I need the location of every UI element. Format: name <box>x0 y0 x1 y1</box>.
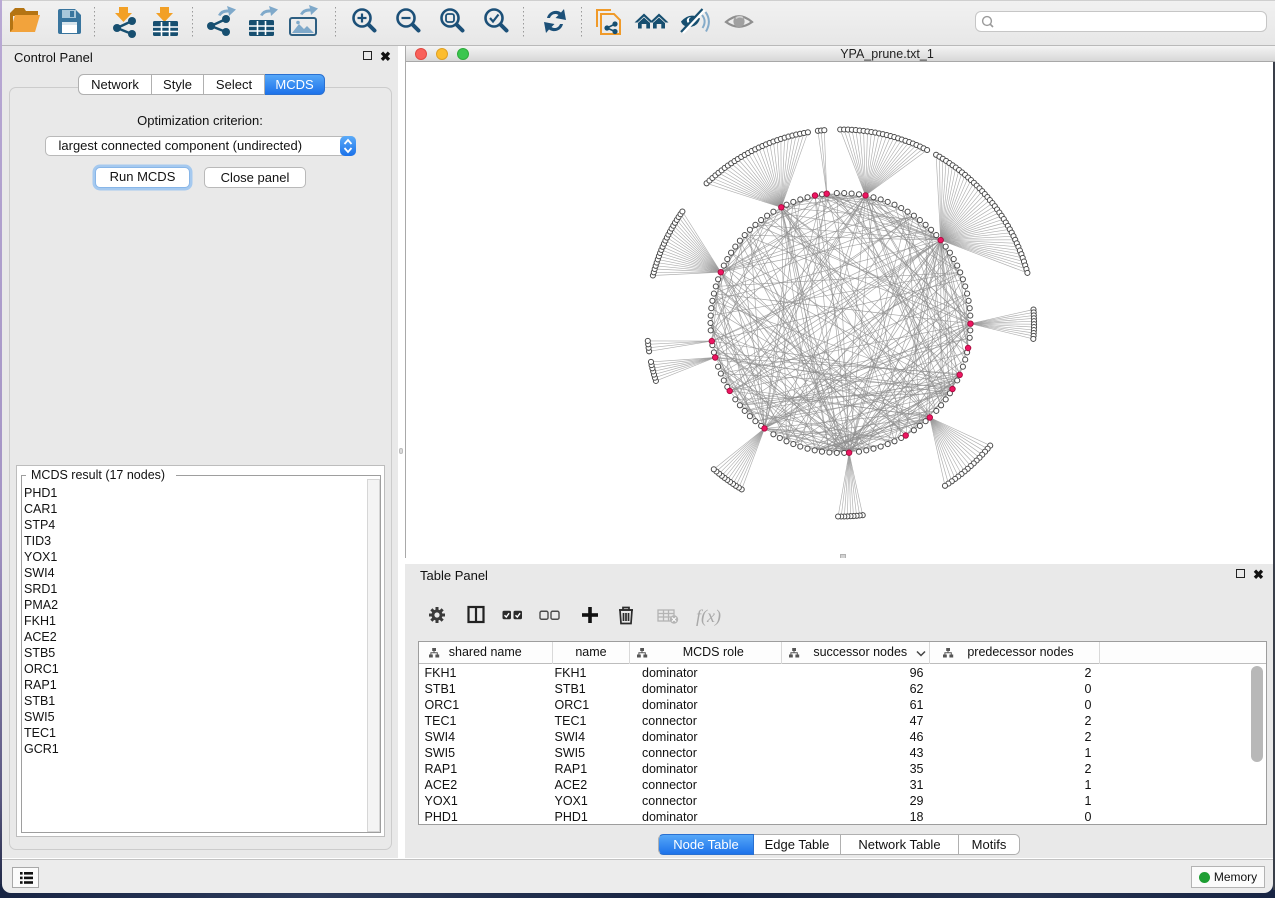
svg-text:f(x): f(x) <box>696 606 721 627</box>
